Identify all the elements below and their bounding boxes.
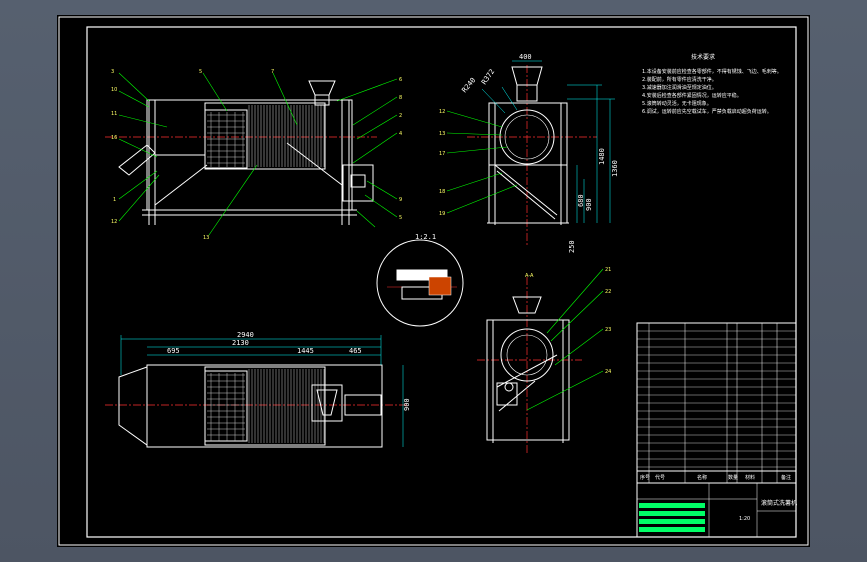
- callout-front-right-6: 6: [399, 77, 402, 83]
- callout-front-top-5: 5: [199, 69, 202, 75]
- drawing-title: 滚筒式洗薯机: [761, 499, 797, 507]
- front-view: 3 10 11 16 1 12 5 7 13 6 8 2 4 9 5: [105, 69, 402, 241]
- drawing-sheet[interactable]: 3 10 11 16 1 12 5 7 13 6 8 2 4 9 5 400 R…: [57, 15, 810, 547]
- callout-front-bottom-13: 13: [203, 235, 209, 241]
- dim-plan-900: 900: [403, 398, 411, 411]
- note-line-4: 4.安装后检查各部件紧固情况，运转应平稳。: [642, 92, 742, 99]
- callout-side-18: 18: [439, 189, 445, 195]
- callout-section-22: 22: [605, 289, 611, 295]
- drawing-scale: 1:20: [739, 516, 750, 522]
- callout-section-21: 21: [605, 267, 611, 273]
- dim-side-400: 400: [519, 53, 532, 61]
- dim-side-250: 250: [568, 240, 576, 253]
- note-line-2: 2.装配前，所有零件应清洗干净。: [642, 76, 717, 83]
- callout-side-12: 12: [439, 109, 445, 115]
- callout-front-top-7: 7: [271, 69, 274, 75]
- dim-side-1360: 1360: [611, 160, 619, 177]
- callout-front-right-4: 4: [399, 131, 402, 137]
- dim-plan-2940: 2940: [237, 331, 254, 339]
- dim-side-680: 680: [577, 194, 585, 207]
- callout-front-right-5: 5: [399, 215, 402, 221]
- technical-notes: 技术要求 1.本设备安装前应检查各零部件，不得有锈蚀、飞边、毛刺等。 2.装配前…: [642, 53, 782, 115]
- section-label: A-A: [525, 273, 534, 279]
- callout-front-right-2: 2: [399, 113, 402, 119]
- side-view: 400 R240 R372 1480 1360 900 680 250 12 1…: [439, 53, 619, 253]
- dim-side-900: 900: [585, 198, 593, 211]
- callout-front-10: 10: [111, 87, 117, 93]
- note-line-3: 3.减速器加注润滑油至规定油位。: [642, 84, 717, 91]
- dim-plan-2130: 2130: [232, 339, 249, 347]
- callout-front-right-8: 8: [399, 95, 402, 101]
- header-name: 名称: [697, 474, 707, 481]
- header-code: 代号: [655, 474, 665, 481]
- note-line-1: 1.本设备安装前应检查各零部件，不得有锈蚀、飞边、毛刺等。: [642, 68, 782, 75]
- detail-view: 1:2.1: [376, 233, 464, 327]
- note-line-6: 6.调试，运转前应先空载试车，严禁负载启动超负荷运转。: [642, 108, 772, 115]
- dim-side-r240: R240: [460, 76, 477, 94]
- cad-window: 3 10 11 16 1 12 5 7 13 6 8 2 4 9 5 400 R…: [0, 0, 867, 562]
- callout-section-24: 24: [605, 369, 611, 375]
- callout-front-12: 12: [111, 219, 117, 225]
- callout-front-right-9: 9: [399, 197, 402, 203]
- plan-view: 2940 2130 695 1445 465 900: [105, 331, 411, 448]
- header-material: 材料: [745, 474, 755, 481]
- section-view: A-A 21 22 23 24: [477, 267, 611, 455]
- callout-side-17: 17: [439, 151, 445, 157]
- callout-front-11: 11: [111, 111, 117, 117]
- callout-side-19: 19: [439, 211, 445, 217]
- callout-front-1: 1: [113, 197, 116, 203]
- dim-side-1480: 1480: [598, 148, 606, 165]
- header-no: 序号: [640, 474, 650, 481]
- callout-section-23: 23: [605, 327, 611, 333]
- dim-side-r372: R372: [480, 68, 496, 86]
- parts-list: 序号 代号 名称 数量 材料 备注 滚筒式洗薯机 1:20: [636, 322, 797, 538]
- note-line-5: 5.滚筒转动灵活，无卡阻现象。: [642, 100, 712, 107]
- dim-plan-1445: 1445: [297, 347, 314, 355]
- drawing-svg: 3 10 11 16 1 12 5 7 13 6 8 2 4 9 5 400 R…: [58, 16, 809, 546]
- dim-plan-695: 695: [167, 347, 180, 355]
- callout-front-3: 3: [111, 69, 114, 75]
- header-qty: 数量: [728, 474, 738, 481]
- header-remark: 备注: [781, 474, 791, 481]
- dim-plan-465: 465: [349, 347, 362, 355]
- callout-side-13: 13: [439, 131, 445, 137]
- notes-heading: 技术要求: [691, 53, 715, 61]
- callout-front-16: 16: [111, 135, 117, 141]
